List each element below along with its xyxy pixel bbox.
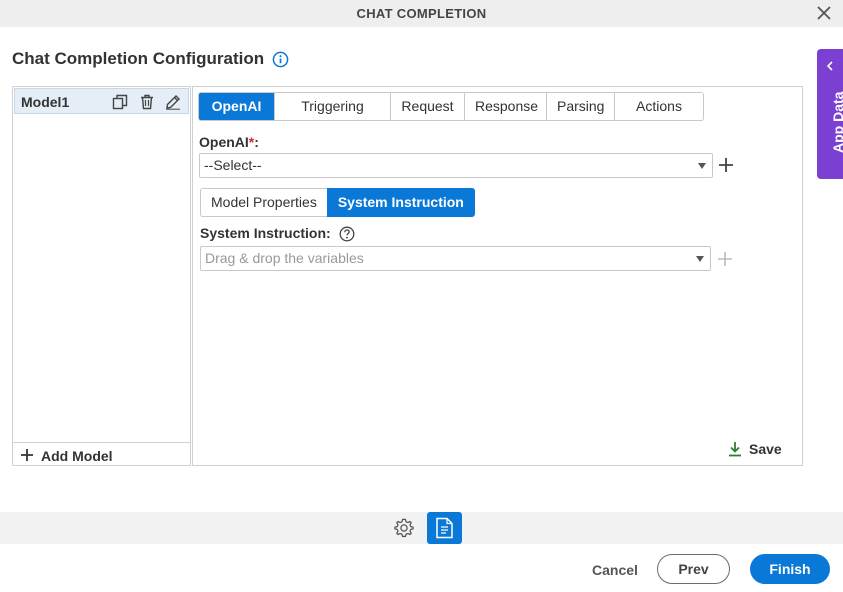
label-suffix: : [254,134,259,150]
finish-button[interactable]: Finish [750,554,830,584]
cancel-button[interactable]: Cancel [585,555,645,585]
page-heading: Chat Completion Configuration [12,49,289,69]
tab-actions[interactable]: Actions [615,93,703,120]
document-button[interactable] [427,512,462,544]
model-list-panel: Model1 Add Model [12,86,191,466]
save-button[interactable]: Save [727,441,782,457]
openai-label-text: OpenAI [199,134,249,150]
openai-select[interactable]: --Select-- [199,153,713,178]
plus-icon[interactable] [717,251,733,267]
info-icon[interactable] [272,51,289,68]
tab-triggering-event[interactable]: Triggering Event [275,93,391,120]
add-model-label: Add Model [41,448,113,464]
chevron-left-icon [826,61,833,71]
tab-response[interactable]: Response [465,93,547,120]
caret-down-icon [696,256,704,262]
system-instruction-select[interactable]: Drag & drop the variables [200,246,711,271]
openai-select-value: --Select-- [204,157,262,173]
bottom-toolbar [0,512,843,544]
openai-field-label: OpenAI*: [199,134,259,150]
close-icon[interactable] [815,4,833,22]
window-title: CHAT COMPLETION [356,6,487,21]
page-title: Chat Completion Configuration [12,49,265,68]
model-item[interactable]: Model1 [14,88,189,114]
pencil-icon[interactable] [165,94,181,110]
prev-button[interactable]: Prev [657,554,730,584]
plus-icon [21,449,33,461]
tab-request[interactable]: Request [391,93,465,120]
config-tabs: OpenAI Triggering Event Request Response… [198,92,704,121]
caret-down-icon [698,163,706,169]
system-instruction-placeholder: Drag & drop the variables [205,250,364,266]
system-instruction-field-label: System Instruction: [200,225,355,242]
configuration-panel: OpenAI Triggering Event Request Response… [192,86,803,466]
trash-icon[interactable] [139,94,155,110]
save-label: Save [749,441,782,457]
model-name: Model1 [21,94,70,110]
subtab-system-instruction[interactable]: System Instruction [326,188,475,217]
system-instruction-label: System Instruction: [200,225,331,241]
gear-icon[interactable] [393,517,415,539]
title-bar: CHAT COMPLETION [0,0,843,27]
download-icon [729,442,741,457]
tab-openai[interactable]: OpenAI [199,93,275,120]
subtab-model-properties[interactable]: Model Properties [200,188,327,217]
document-icon [436,517,453,539]
instruction-subtabs: Model Properties System Instruction [200,188,475,217]
duplicate-icon[interactable] [112,94,128,110]
add-model-button[interactable]: Add Model [13,442,190,466]
tab-parsing[interactable]: Parsing [547,93,615,120]
plus-icon[interactable] [718,157,734,173]
help-icon[interactable] [339,226,355,242]
app-data-tab[interactable]: App Data [817,49,843,179]
app-data-label: App Data [830,91,843,153]
